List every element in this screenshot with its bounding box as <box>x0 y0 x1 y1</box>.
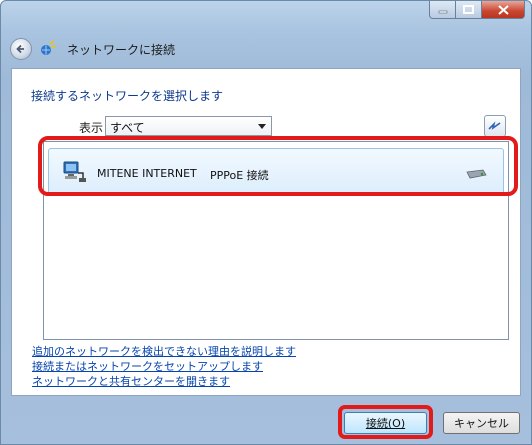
link-network-sharing-center[interactable]: ネットワークと共有センターを開きます <box>32 373 230 389</box>
maximize-button[interactable] <box>456 1 482 19</box>
caption-buttons <box>429 1 525 20</box>
close-icon <box>497 4 509 15</box>
minimize-button[interactable] <box>429 1 456 19</box>
connect-button-highlight-annotation <box>338 405 433 439</box>
network-item-highlight-annotation <box>38 136 518 196</box>
refresh-button[interactable] <box>484 115 506 137</box>
dropdown-arrow-icon <box>258 124 266 129</box>
minimize-icon <box>438 10 447 13</box>
refresh-icon <box>488 121 501 130</box>
back-button[interactable] <box>10 38 32 60</box>
maximize-icon <box>463 5 474 14</box>
network-connect-icon <box>41 40 57 55</box>
instruction-text: 接続するネットワークを選択します <box>31 89 224 103</box>
link-why-networks-not-found[interactable]: 追加のネットワークを検出できない理由を説明します <box>32 343 296 359</box>
close-button[interactable] <box>482 1 525 19</box>
show-filter-value: すべて <box>110 121 145 135</box>
link-setup-connection[interactable]: 接続またはネットワークをセットアップします <box>32 358 263 374</box>
window-title: ネットワークに接続 <box>67 43 176 57</box>
cancel-button-label: キャンセル <box>454 417 509 430</box>
back-arrow-icon <box>16 44 24 54</box>
show-label: 表示 <box>79 121 104 135</box>
cancel-button[interactable]: キャンセル <box>443 412 520 434</box>
show-filter-dropdown[interactable]: すべて <box>105 116 272 136</box>
